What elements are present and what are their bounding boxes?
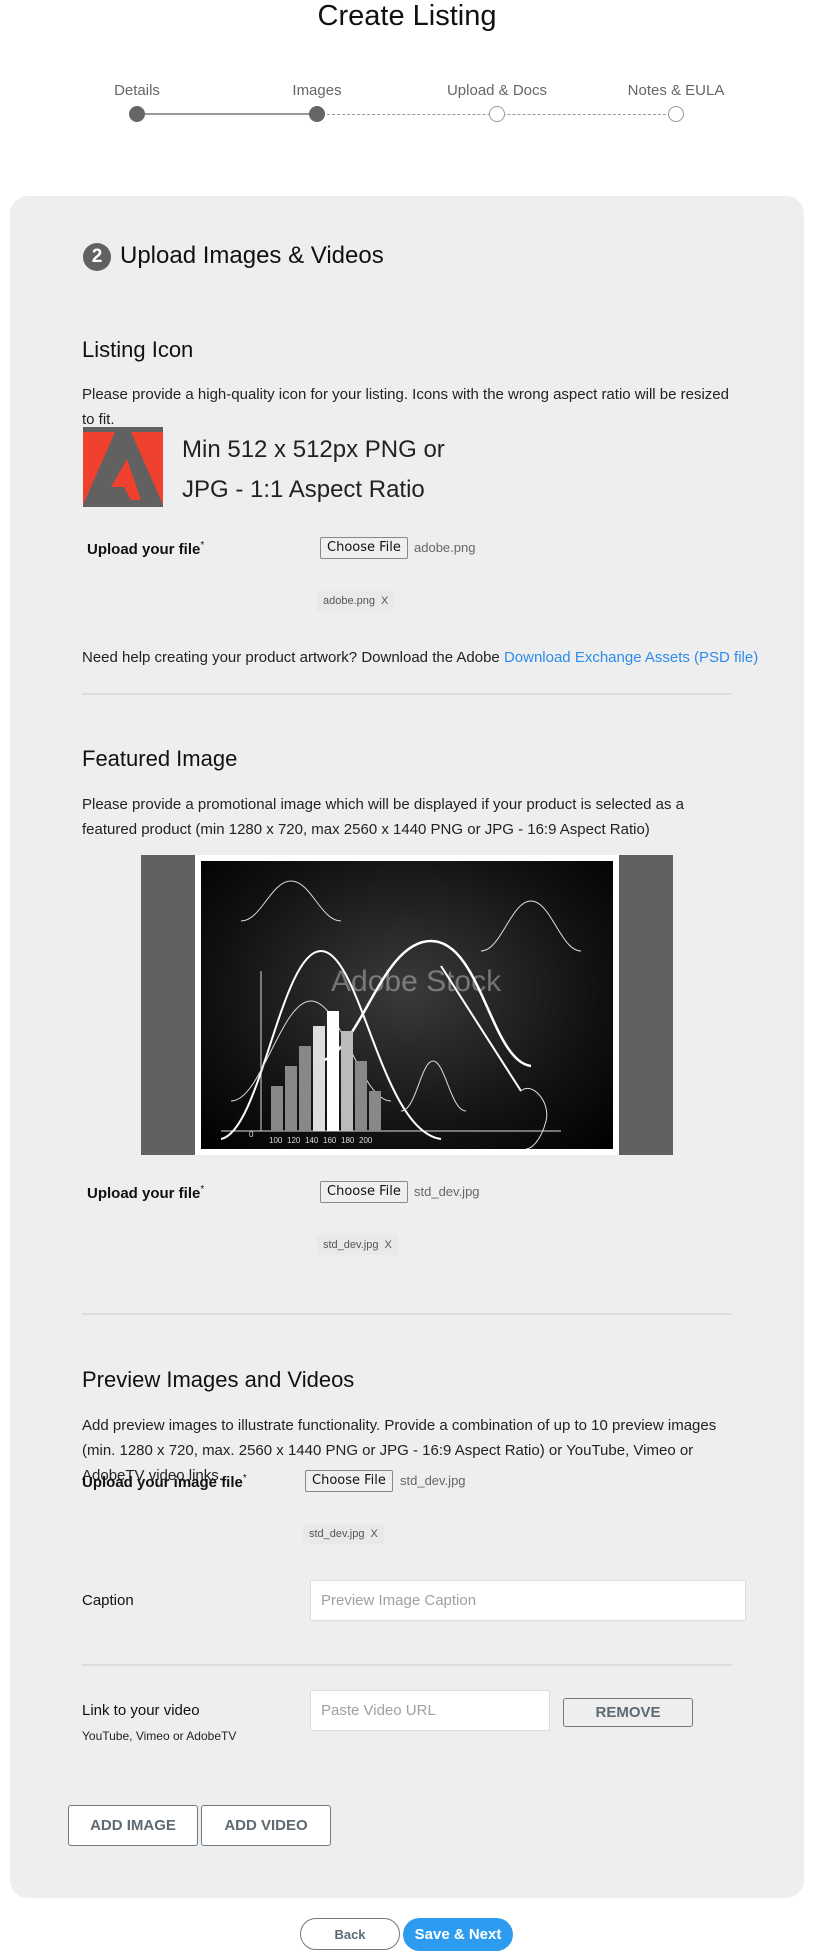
featured-choose-file-button[interactable]: Choose File xyxy=(320,1181,408,1203)
video-url-input[interactable] xyxy=(310,1690,550,1731)
section-number-badge: 2 xyxy=(83,243,111,271)
svg-text:100: 100 xyxy=(269,1136,283,1145)
icon-choose-file-button[interactable]: Choose File xyxy=(320,537,408,559)
caption-input[interactable] xyxy=(310,1580,746,1621)
adobe-logo-icon xyxy=(83,427,163,507)
remove-video-button[interactable]: REMOVE xyxy=(563,1698,693,1727)
step-dot-details[interactable] xyxy=(129,106,145,122)
back-button[interactable]: Back xyxy=(300,1918,400,1950)
page-title: Create Listing xyxy=(317,0,497,32)
featured-file-chip: std_dev.jpg X xyxy=(317,1235,398,1255)
svg-text:140: 140 xyxy=(305,1136,319,1145)
add-video-button[interactable]: ADD VIDEO xyxy=(201,1805,331,1846)
section-divider xyxy=(82,1664,732,1666)
statistics-chalkboard-image: Adobe Stock 0 100 120 140 160 180 200 xyxy=(220,880,582,1149)
listing-icon-heading: Listing Icon xyxy=(82,337,194,362)
featured-image-heading: Featured Image xyxy=(82,746,238,771)
preview-selected-filename: std_dev.jpg xyxy=(400,1473,466,1488)
watermark: Adobe Stock xyxy=(331,965,502,998)
preview-upload-label: Upload your image file* xyxy=(82,1473,247,1491)
featured-image-thumbnail: Adobe Stock 0 100 120 140 160 180 200 xyxy=(201,861,613,1149)
save-next-button[interactable]: Save & Next xyxy=(403,1918,513,1951)
add-image-button[interactable]: ADD IMAGE xyxy=(68,1805,198,1846)
featured-image-description: Please provide a promotional image which… xyxy=(82,796,684,838)
featured-upload-label: Upload your file* xyxy=(87,1184,205,1202)
remove-preview-file-button[interactable]: X xyxy=(370,1528,377,1540)
listing-icon-description: Please provide a high-quality icon for y… xyxy=(82,386,729,428)
svg-text:120: 120 xyxy=(287,1136,301,1145)
video-link-label: Link to your video xyxy=(82,1702,200,1719)
remove-icon-file-button[interactable]: X xyxy=(381,595,388,607)
section-title: Upload Images & Videos xyxy=(120,242,384,269)
preview-chip-filename: std_dev.jpg xyxy=(309,1528,365,1540)
svg-text:160: 160 xyxy=(323,1136,337,1145)
preview-choose-file-button[interactable]: Choose File xyxy=(305,1470,393,1492)
icon-requirement-line2: JPG - 1:1 Aspect Ratio xyxy=(182,476,425,503)
step-dot-images[interactable] xyxy=(309,106,325,122)
required-asterisk: * xyxy=(200,540,205,551)
icon-requirement-line1: Min 512 x 512px PNG or xyxy=(182,436,445,463)
step-label-images[interactable]: Images xyxy=(292,82,341,99)
svg-text:200: 200 xyxy=(359,1136,373,1145)
featured-chip-filename: std_dev.jpg xyxy=(323,1239,379,1251)
icon-requirements: Min 512 x 512px PNG or JPG - 1:1 Aspect … xyxy=(182,430,482,510)
step-label-notes-eula: Notes & EULA xyxy=(627,82,725,99)
video-link-sublabel: YouTube, Vimeo or AdobeTV xyxy=(82,1729,237,1743)
step-label-details[interactable]: Details xyxy=(114,82,160,99)
section-divider xyxy=(82,1313,732,1315)
icon-selected-filename: adobe.png xyxy=(414,540,476,555)
download-assets-link[interactable]: Download Exchange Assets (PSD file) xyxy=(504,649,758,666)
caption-label: Caption xyxy=(82,1592,134,1609)
featured-image-preview: Adobe Stock 0 100 120 140 160 180 200 xyxy=(141,855,673,1155)
remove-featured-file-button[interactable]: X xyxy=(384,1239,391,1251)
icon-upload-label: Upload your file* xyxy=(87,540,205,558)
featured-selected-filename: std_dev.jpg xyxy=(414,1184,480,1199)
step-label-upload-docs: Upload & Docs xyxy=(446,82,548,99)
step-dot-upload-docs xyxy=(489,106,505,122)
svg-text:180: 180 xyxy=(341,1136,355,1145)
required-asterisk: * xyxy=(242,1473,247,1484)
svg-text:0: 0 xyxy=(249,1130,254,1139)
stepper-line-complete xyxy=(137,113,317,115)
preview-heading: Preview Images and Videos xyxy=(82,1367,355,1392)
artwork-help-text: Need help creating your product artwork?… xyxy=(82,649,759,666)
section-divider xyxy=(82,693,732,695)
icon-file-chip: adobe.png X xyxy=(317,591,395,611)
icon-chip-filename: adobe.png xyxy=(323,595,375,607)
step-dot-notes-eula xyxy=(668,106,684,122)
preview-file-chip: std_dev.jpg X xyxy=(303,1524,384,1544)
required-asterisk: * xyxy=(200,1184,205,1195)
